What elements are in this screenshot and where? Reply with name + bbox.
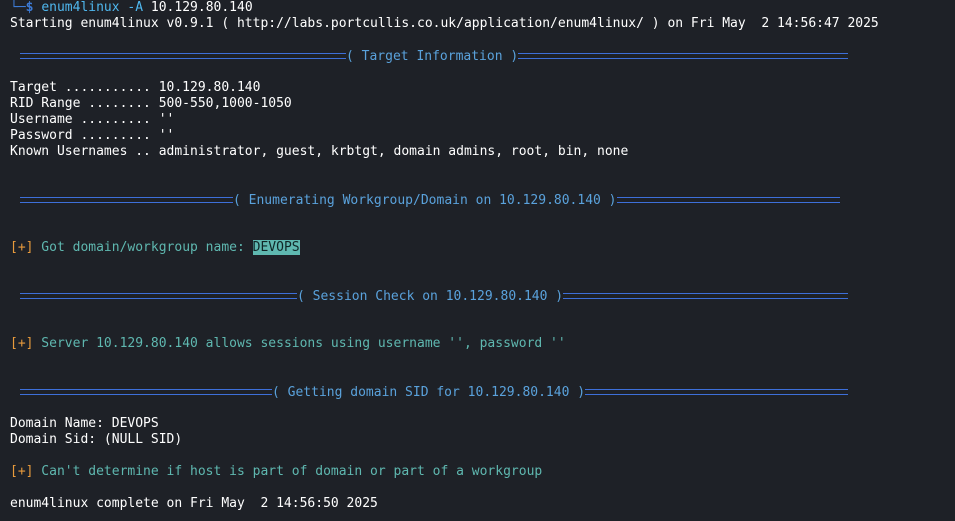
section-banner-domain-sid: ( Getting domain SID for 10.129.80.140 ) bbox=[20, 384, 848, 400]
status-tag: [+] bbox=[10, 336, 34, 351]
banner-rule-left bbox=[20, 197, 233, 203]
status-message: Can't determine if host is part of domai… bbox=[33, 464, 543, 479]
banner-rule-right bbox=[585, 389, 848, 395]
target-line: Target ........... 10.129.80.140 bbox=[10, 80, 261, 95]
command-target: 10.129.80.140 bbox=[150, 0, 253, 15]
domain-sid-line: Domain Sid: (NULL SID) bbox=[10, 432, 183, 447]
terminal-window[interactable]: └─$ enum4linux -A 10.129.80.140 Starting… bbox=[0, 0, 955, 521]
banner-rule-left bbox=[20, 389, 272, 395]
status-tag: [+] bbox=[10, 240, 34, 255]
password-line: Password ......... '' bbox=[10, 128, 175, 143]
status-tag: [+] bbox=[10, 464, 34, 479]
domain-result-line: [+] Can't determine if host is part of d… bbox=[10, 464, 542, 480]
section-banner-session: ( Session Check on 10.129.80.140 ) bbox=[20, 288, 848, 304]
rid-range-line: RID Range ........ 500-550,1000-1050 bbox=[10, 96, 292, 111]
known-usernames-line: Known Usernames .. administrator, guest,… bbox=[10, 144, 629, 159]
starting-line: Starting enum4linux v0.9.1 ( http://labs… bbox=[10, 16, 879, 31]
username-line: Username ......... '' bbox=[10, 112, 175, 127]
banner-rule-left bbox=[20, 53, 346, 59]
banner-title: ( Target Information ) bbox=[346, 48, 519, 64]
workgroup-result-line: [+] Got domain/workgroup name: DEVOPS bbox=[10, 240, 300, 256]
status-message: Server 10.129.80.140 allows sessions usi… bbox=[33, 336, 566, 351]
section-banner-workgroup: ( Enumerating Workgroup/Domain on 10.129… bbox=[20, 192, 840, 208]
banner-title: ( Getting domain SID for 10.129.80.140 ) bbox=[272, 384, 586, 400]
status-message: Got domain/workgroup name: bbox=[33, 240, 253, 255]
banner-rule-left bbox=[20, 293, 297, 299]
banner-rule-right bbox=[616, 197, 840, 203]
banner-title: ( Enumerating Workgroup/Domain on 10.129… bbox=[233, 192, 617, 208]
banner-rule-right bbox=[518, 53, 848, 59]
workgroup-name-highlight: DEVOPS bbox=[252, 240, 300, 255]
command-prompt-line: └─$ enum4linux -A 10.129.80.140 bbox=[10, 0, 253, 16]
banner-rule-right bbox=[563, 293, 848, 299]
domain-name-line: Domain Name: DEVOPS bbox=[10, 416, 159, 431]
command-flag: -A bbox=[127, 0, 144, 15]
complete-line: enum4linux complete on Fri May 2 14:56:5… bbox=[10, 496, 378, 511]
prompt-corner-glyph: └─ bbox=[10, 0, 26, 15]
banner-title: ( Session Check on 10.129.80.140 ) bbox=[297, 288, 564, 304]
session-result-line: [+] Server 10.129.80.140 allows sessions… bbox=[10, 336, 566, 352]
section-banner-target-info: ( Target Information ) bbox=[20, 48, 848, 64]
command-name: enum4linux bbox=[41, 0, 120, 15]
prompt-symbol: $ bbox=[25, 0, 34, 15]
